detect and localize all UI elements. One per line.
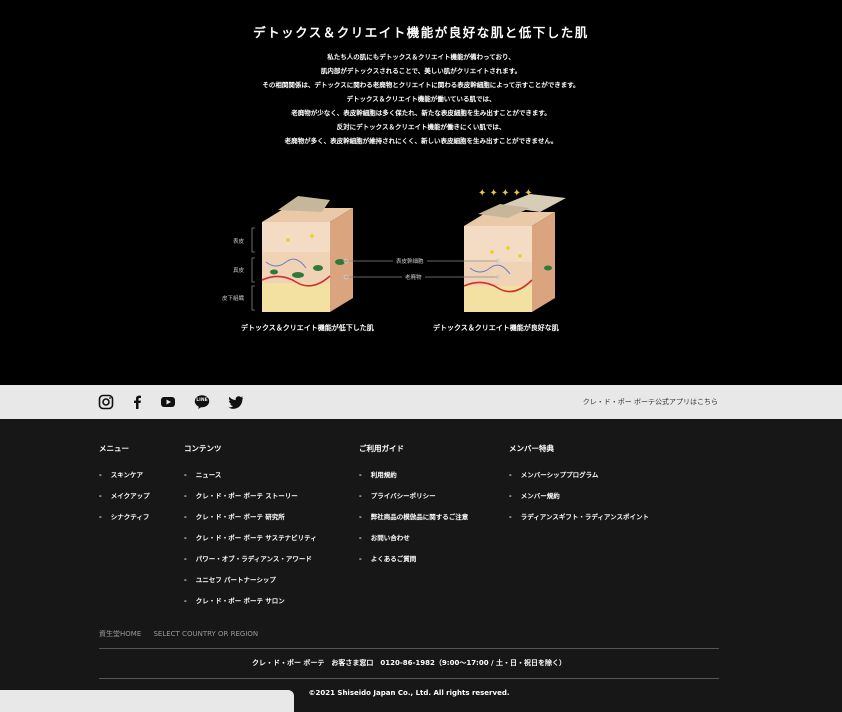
footer-link[interactable]: メンバー規約 <box>509 490 649 511</box>
customer-contact: クレ・ド・ポー ボーテ お客さま窓口 0120-86-1982（9:00〜17:… <box>251 659 567 667</box>
layer-label-dermis: 真皮 <box>233 268 245 274</box>
footer-link[interactable]: シナクティフ <box>99 511 150 532</box>
line-icon-label: LINE <box>196 398 208 403</box>
footer-col-member: メンバー特典 メンバーシッププログラム メンバー規約 ラディアンスギフト・ラディ… <box>509 443 649 532</box>
facebook-icon[interactable] <box>129 394 145 410</box>
footer-link[interactable]: よくあるご質問 <box>359 553 468 574</box>
shiseido-home-link[interactable]: 資生堂HOME <box>99 630 141 638</box>
home-links: 資生堂HOME SELECT COUNTRY OR REGION <box>99 629 268 639</box>
footer-link[interactable]: メイクアップ <box>99 490 150 511</box>
marker-label-waste: 老廃物 <box>402 273 425 281</box>
footer-link[interactable]: クレ・ド・ポー ボーテ 研究所 <box>184 511 317 532</box>
footer-divider <box>99 678 719 679</box>
footer-heading-member: メンバー特典 <box>509 444 554 453</box>
footer-col-guide: ご利用ガイド 利用規約 プライバシーポリシー 弊社商品の模倣品に関するご注意 お… <box>359 443 468 574</box>
caption-good-skin: デトックス＆クリエイト機能が良好な肌 <box>433 324 559 332</box>
layer-label-subcutis: 皮下組織 <box>222 296 245 302</box>
footer-link[interactable]: 弊社商品の模倣品に関するご注意 <box>359 511 469 532</box>
instagram-icon[interactable] <box>98 394 114 410</box>
footer-link[interactable]: メンバーシッププログラム <box>509 469 649 490</box>
hero-section: デトックス＆クリエイト機能が良好な肌と低下した肌 私たち人の肌にもデトックス＆ク… <box>0 0 842 385</box>
youtube-icon[interactable] <box>160 394 176 410</box>
footer-col-menu: メニュー スキンケア メイクアップ シナクティフ <box>99 443 150 532</box>
svg-text:✦ ✦ ✦ ✦ ✦: ✦ ✦ ✦ ✦ ✦ <box>478 188 533 199</box>
footer-link[interactable]: ユニセフ パートナーシップ <box>184 574 317 595</box>
select-country-link[interactable]: SELECT COUNTRY OR REGION <box>153 630 258 638</box>
caption-poor-skin: デトックス＆クリエイト機能が低下した肌 <box>241 324 374 332</box>
skin-comparison-diagram: ✦ ✦ ✦ ✦ ✦ <box>251 188 566 312</box>
social-bar: LINE クレ・ド・ポー ボーテ公式アプリはこちら <box>0 385 842 419</box>
layer-brackets <box>251 227 255 311</box>
footer-divider <box>99 648 719 649</box>
bottom-overlay-bar <box>0 690 294 712</box>
footer-link[interactable]: クレ・ド・ポー ボーテ サステナビリティ <box>184 532 317 553</box>
marker-label-stem-cell: 表皮幹細胞 <box>393 257 427 265</box>
layer-label-epidermis: 表皮 <box>233 239 245 245</box>
app-link[interactable]: クレ・ド・ポー ボーテ公式アプリはこちら <box>583 397 718 407</box>
footer-heading-guide: ご利用ガイド <box>359 444 404 453</box>
skin-block-poor-illustration <box>261 196 353 312</box>
twitter-icon[interactable] <box>228 394 244 410</box>
line-icon[interactable]: LINE <box>194 394 210 410</box>
footer-heading-menu: メニュー <box>99 444 129 453</box>
footer-col-contents: コンテンツ ニュース クレ・ド・ポー ボーテ ストーリー クレ・ド・ポー ボーテ… <box>184 443 317 616</box>
site-footer: メニュー スキンケア メイクアップ シナクティフ コンテンツ ニュース クレ・ド… <box>0 419 842 712</box>
footer-heading-contents: コンテンツ <box>184 444 222 453</box>
footer-link[interactable]: パワー・オブ・ラディアンス・アワード <box>184 553 317 574</box>
footer-link[interactable]: ラディアンスギフト・ラディアンスポイント <box>509 511 649 532</box>
footer-link[interactable]: プライバシーポリシー <box>359 490 468 511</box>
footer-link[interactable]: スキンケア <box>99 469 150 490</box>
footer-link[interactable]: クレ・ド・ポー ボーテ サロン <box>184 595 317 616</box>
footer-link[interactable]: クレ・ド・ポー ボーテ ストーリー <box>184 490 317 511</box>
skin-block-good-illustration: ✦ ✦ ✦ ✦ ✦ <box>463 188 566 312</box>
footer-link[interactable]: 利用規約 <box>359 469 468 490</box>
footer-link[interactable]: ニュース <box>184 469 317 490</box>
footer-link[interactable]: お問い合わせ <box>359 532 468 553</box>
